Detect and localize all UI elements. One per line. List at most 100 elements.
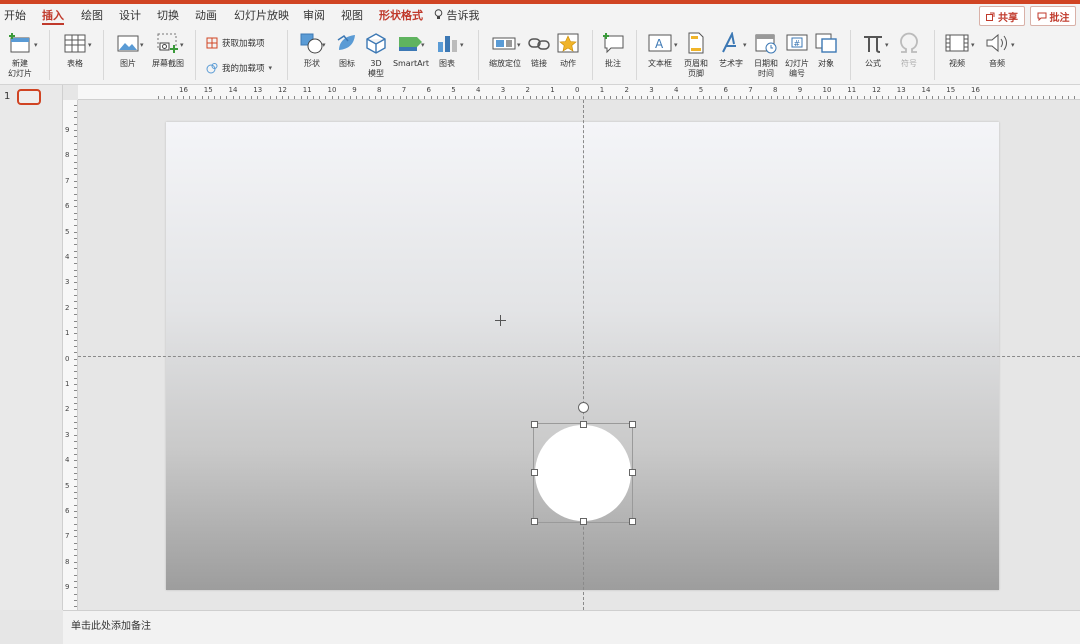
tab-design[interactable]: 设计: [119, 7, 141, 23]
share-label: 共享: [998, 12, 1018, 24]
tab-transitions[interactable]: 切换: [157, 7, 179, 23]
audio-button[interactable]: 音频: [981, 32, 1013, 69]
notes-pane[interactable]: 单击此处添加备注: [63, 610, 1080, 644]
header-footer-button[interactable]: 页眉和 页脚: [681, 32, 711, 79]
tab-shape-format[interactable]: 形状格式: [379, 7, 423, 23]
chart-caret[interactable]: ▾: [460, 41, 464, 49]
symbol-button[interactable]: 符号: [895, 32, 923, 69]
slide-thumbnail[interactable]: [17, 89, 41, 105]
icons-button[interactable]: 图标: [333, 32, 361, 69]
hruler-tick: [708, 96, 710, 99]
vruler-label: 6: [65, 202, 70, 211]
datetime-button[interactable]: 日期和 时间: [751, 32, 781, 79]
vruler-label: 9: [65, 583, 70, 592]
chart-button[interactable]: 图表: [433, 32, 461, 69]
tab-draw[interactable]: 绘图: [81, 7, 103, 23]
vruler-tick: [74, 472, 77, 474]
screenshot-caret[interactable]: ▾: [180, 41, 184, 49]
table-icon: [64, 34, 86, 53]
vruler-tick: [74, 384, 77, 385]
hruler-label: 12: [278, 86, 287, 94]
hruler-label: 15: [203, 86, 213, 94]
resize-handle-top-left[interactable]: [531, 421, 538, 428]
resize-handle-top[interactable]: [580, 421, 587, 428]
textbox-button[interactable]: A 文本框: [644, 32, 676, 69]
horizontal-guide[interactable]: [78, 356, 1080, 357]
new-slide-caret[interactable]: ▾: [34, 41, 38, 49]
store-icon: [206, 37, 218, 49]
video-caret[interactable]: ▾: [971, 41, 975, 49]
tab-view[interactable]: 视图: [341, 7, 363, 23]
link-button[interactable]: 链接: [526, 32, 552, 69]
tab-tell-me[interactable]: 告诉我: [434, 7, 480, 23]
tab-home[interactable]: 开始: [4, 7, 26, 23]
my-addins-button[interactable]: 我的加载项 ▾: [206, 62, 272, 74]
resize-handle-top-right[interactable]: [629, 421, 636, 428]
hruler-tick: [981, 96, 983, 99]
hruler-label: 9: [352, 86, 357, 94]
table-caret[interactable]: ▾: [88, 41, 92, 49]
object-button[interactable]: 对象: [813, 32, 839, 69]
hruler-tick: [418, 96, 420, 99]
equation-caret[interactable]: ▾: [885, 41, 889, 49]
vruler-label: 7: [65, 532, 70, 541]
hruler-tick: [659, 96, 661, 99]
resize-handle-bottom-left[interactable]: [531, 518, 538, 525]
slide-number-button[interactable]: # 幻灯片 编号: [782, 32, 812, 79]
tell-me-label: 告诉我: [446, 9, 480, 22]
wordart-button[interactable]: 艺术字: [716, 30, 746, 69]
resize-handle-bottom-right[interactable]: [629, 518, 636, 525]
tab-slideshow[interactable]: 幻灯片放映: [234, 7, 289, 23]
vruler-tick: [74, 269, 77, 271]
3d-models-button[interactable]: 3D 模型: [363, 32, 389, 79]
vertical-guide[interactable]: [583, 100, 584, 610]
resize-handle-right[interactable]: [629, 469, 636, 476]
smartart-button[interactable]: SmartArt: [391, 32, 431, 69]
screenshot-icon: [157, 33, 178, 53]
picture-button[interactable]: 图片: [111, 32, 145, 69]
action-button[interactable]: 动作: [555, 32, 581, 69]
pi-icon: [864, 36, 882, 53]
equation-button[interactable]: 公式: [858, 32, 888, 69]
vruler-tick: [74, 187, 77, 189]
hruler-tick: [251, 96, 253, 99]
video-button[interactable]: 视频: [941, 32, 973, 69]
picture-caret[interactable]: ▾: [140, 41, 144, 49]
tab-animations[interactable]: 动画: [195, 7, 217, 23]
table-button[interactable]: 表格: [58, 32, 92, 69]
addins-icon: [206, 63, 218, 74]
hruler-label: 10: [327, 86, 337, 94]
vruler-tick: [74, 149, 77, 151]
comments-button[interactable]: 批注: [1030, 6, 1076, 26]
zoom-caret[interactable]: ▾: [517, 41, 521, 49]
vruler-tick: [74, 263, 77, 265]
vruler-tick: [74, 168, 77, 170]
tab-insert[interactable]: 插入: [42, 7, 64, 23]
vruler-tick: [74, 339, 77, 341]
hruler-tick: [795, 96, 797, 99]
selection-box: [533, 423, 633, 523]
audio-caret[interactable]: ▾: [1011, 41, 1015, 49]
resize-handle-left[interactable]: [531, 469, 538, 476]
screenshot-button[interactable]: 屏幕截图: [148, 32, 188, 69]
wordart-caret[interactable]: ▾: [743, 41, 747, 49]
icons-icon: [337, 34, 355, 50]
tab-review[interactable]: 审阅: [303, 7, 325, 23]
zoom-button[interactable]: 缩放定位: [486, 32, 524, 69]
resize-handle-bottom[interactable]: [580, 518, 587, 525]
hruler-tick: [665, 96, 667, 99]
new-slide-button[interactable]: 新建 幻灯片: [4, 32, 36, 79]
hruler-tick: [863, 96, 865, 99]
ribbon-tabs: 开始 插入 绘图 设计 切换 动画 幻灯片放映 审阅 视图 形状格式 告诉我: [0, 4, 1080, 25]
hruler-tick: [572, 96, 574, 99]
rotation-handle[interactable]: [578, 402, 589, 413]
hruler-tick: [374, 96, 376, 99]
textbox-caret[interactable]: ▾: [674, 41, 678, 49]
shapes-caret[interactable]: ▾: [322, 41, 326, 49]
comment-insert-button[interactable]: 批注: [600, 32, 626, 69]
hruler-tick: [300, 96, 302, 99]
share-button[interactable]: 共享: [979, 6, 1025, 26]
shapes-button[interactable]: 形状: [296, 32, 328, 69]
smartart-caret[interactable]: ▾: [421, 41, 425, 49]
get-addins-button[interactable]: 获取加载项: [206, 37, 265, 49]
